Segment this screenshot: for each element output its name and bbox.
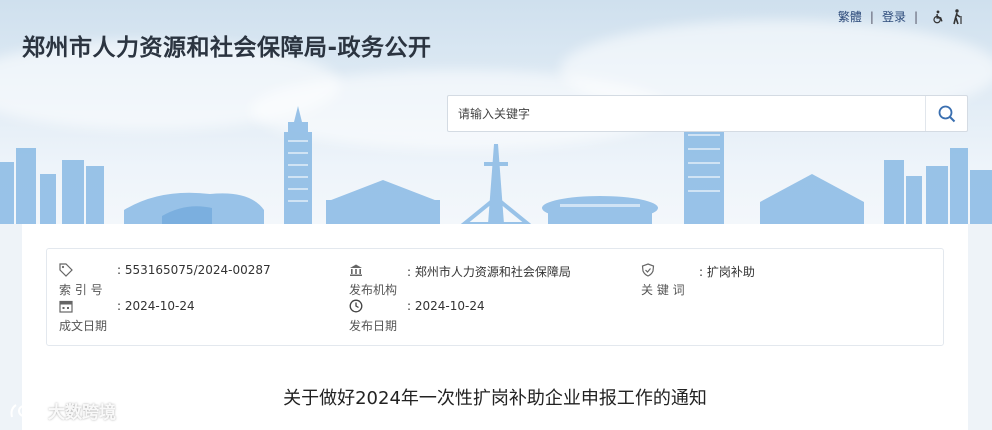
search-box [447, 95, 968, 132]
document-metadata-panel: : 553165075/2024-00287 索 引 号 : 郑州市人力资源和社… [46, 248, 944, 346]
watermark-logo-icon [10, 403, 42, 417]
top-links-bar: 繁體 | 登录 | [838, 8, 966, 25]
link-separator: | [869, 9, 874, 24]
meta-value: : 2024-10-24 [117, 299, 195, 313]
meta-value: : 2024-10-24 [407, 299, 485, 313]
traditional-chinese-link[interactable]: 繁體 [838, 8, 862, 25]
meta-value: : 扩岗补助 [699, 265, 755, 279]
meta-label: 索 引 号 [59, 283, 103, 297]
tag-icon [59, 263, 73, 277]
search-icon [938, 105, 955, 122]
elderly-icon[interactable] [950, 8, 966, 25]
meta-label: 发布机构 [349, 283, 398, 297]
institution-icon [350, 264, 362, 276]
search-input[interactable] [448, 96, 925, 131]
clock-icon [349, 299, 363, 313]
wheelchair-icon[interactable] [930, 9, 946, 25]
watermark: 大数跨境 [8, 398, 116, 423]
watermark-text: 大数跨境 [48, 403, 116, 423]
search-button[interactable] [925, 96, 967, 131]
meta-value: : 553165075/2024-00287 [117, 263, 271, 277]
header-banner: 郑州市人力资源和社会保障局-政务公开 繁體 | 登录 | [0, 0, 992, 224]
meta-label: 发布日期 [349, 319, 398, 333]
shield-check-icon [641, 263, 655, 277]
link-separator: | [913, 9, 918, 24]
login-link[interactable]: 登录 [882, 8, 906, 25]
meta-label: 关 键 词 [641, 283, 685, 297]
calendar-icon [59, 300, 73, 313]
document-title: 关于做好2024年一次性扩岗补助企业申报工作的通知 [283, 388, 707, 409]
meta-value: : 郑州市人力资源和社会保障局 [407, 265, 571, 279]
meta-label: 成文日期 [59, 319, 108, 333]
site-title: 郑州市人力资源和社会保障局-政务公开 [22, 35, 432, 61]
main-content: : 553165075/2024-00287 索 引 号 : 郑州市人力资源和社… [22, 224, 968, 430]
